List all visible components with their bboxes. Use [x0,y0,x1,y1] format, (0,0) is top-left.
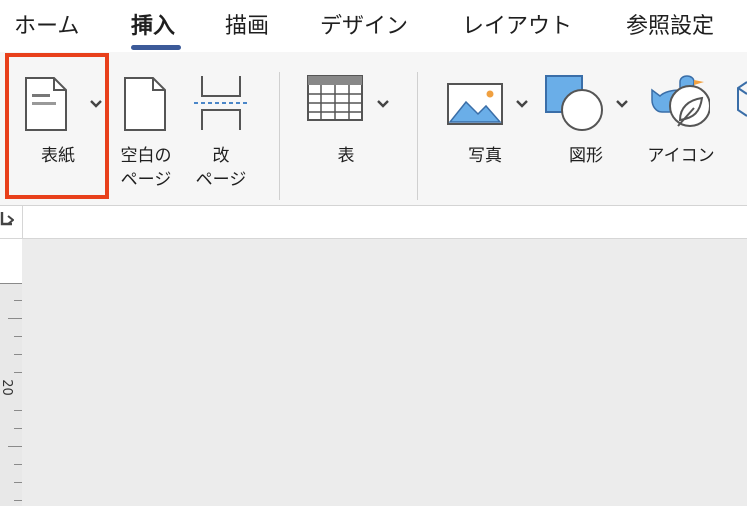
pictures-label: 写真 [468,146,502,166]
ruler-tick [8,446,22,447]
page-break-icon [194,76,248,130]
tab-home[interactable]: ホーム [14,8,79,40]
ruler-tick [14,354,22,355]
3d-model-icon[interactable] [736,80,747,120]
ruler-tick [14,500,22,501]
tab-stop-icon [0,212,14,226]
document-workspace[interactable] [22,239,747,506]
page-break-button[interactable]: 改 ページ [186,60,256,196]
ruler-tick [14,336,22,337]
ribbon-tab-bar: ホーム 挿入 描画 デザイン レイアウト 参照設定 [0,0,747,52]
tab-stop-selector[interactable] [0,206,23,238]
shapes-label: 図形 [569,146,603,166]
icons-label: アイコン [647,146,715,166]
ruler-tick [14,464,22,465]
ruler-tick [14,428,22,429]
ribbon-group-separator [417,72,418,200]
ruler-tick [14,410,22,411]
table-label: 表 [337,146,355,166]
tab-insert[interactable]: 挿入 [131,8,175,40]
highlight-box [5,53,109,199]
tab-references[interactable]: 参照設定 [626,8,714,40]
picture-icon [447,83,503,125]
pictures-button[interactable]: 写真 [440,60,540,196]
table-icon [307,75,363,121]
ribbon-group-separator [279,72,280,200]
blank-page-label-line1: 空白の [120,146,172,166]
ruler-tick [0,283,22,284]
blank-page-label-line2: ページ [120,170,172,190]
page-break-label-line1: 改 [212,146,230,166]
ruler-tick [14,372,22,373]
horizontal-ruler [0,206,747,239]
pictures-dropdown-chevron-icon[interactable] [514,98,530,110]
shapes-button[interactable]: 図形 [544,60,634,196]
tab-layout[interactable]: レイアウト [462,8,572,40]
blank-page-icon [124,77,166,131]
ruler-tick [14,300,22,301]
icons-icon [651,75,710,127]
blank-page-button[interactable]: 空白の ページ [112,60,180,196]
shapes-dropdown-chevron-icon[interactable] [614,98,630,110]
tab-draw[interactable]: 描画 [225,8,269,40]
table-button[interactable]: 表 [300,60,400,196]
ruler-number: 20 [0,379,14,396]
tab-design[interactable]: デザイン [320,8,408,40]
icons-button[interactable]: アイコン [638,60,724,196]
page-break-label-line2: ページ [195,170,247,190]
active-tab-indicator [131,45,181,50]
ruler-tick [8,318,22,319]
ruler-tick [14,482,22,483]
table-dropdown-chevron-icon[interactable] [375,98,391,110]
shapes-icon [545,75,603,131]
